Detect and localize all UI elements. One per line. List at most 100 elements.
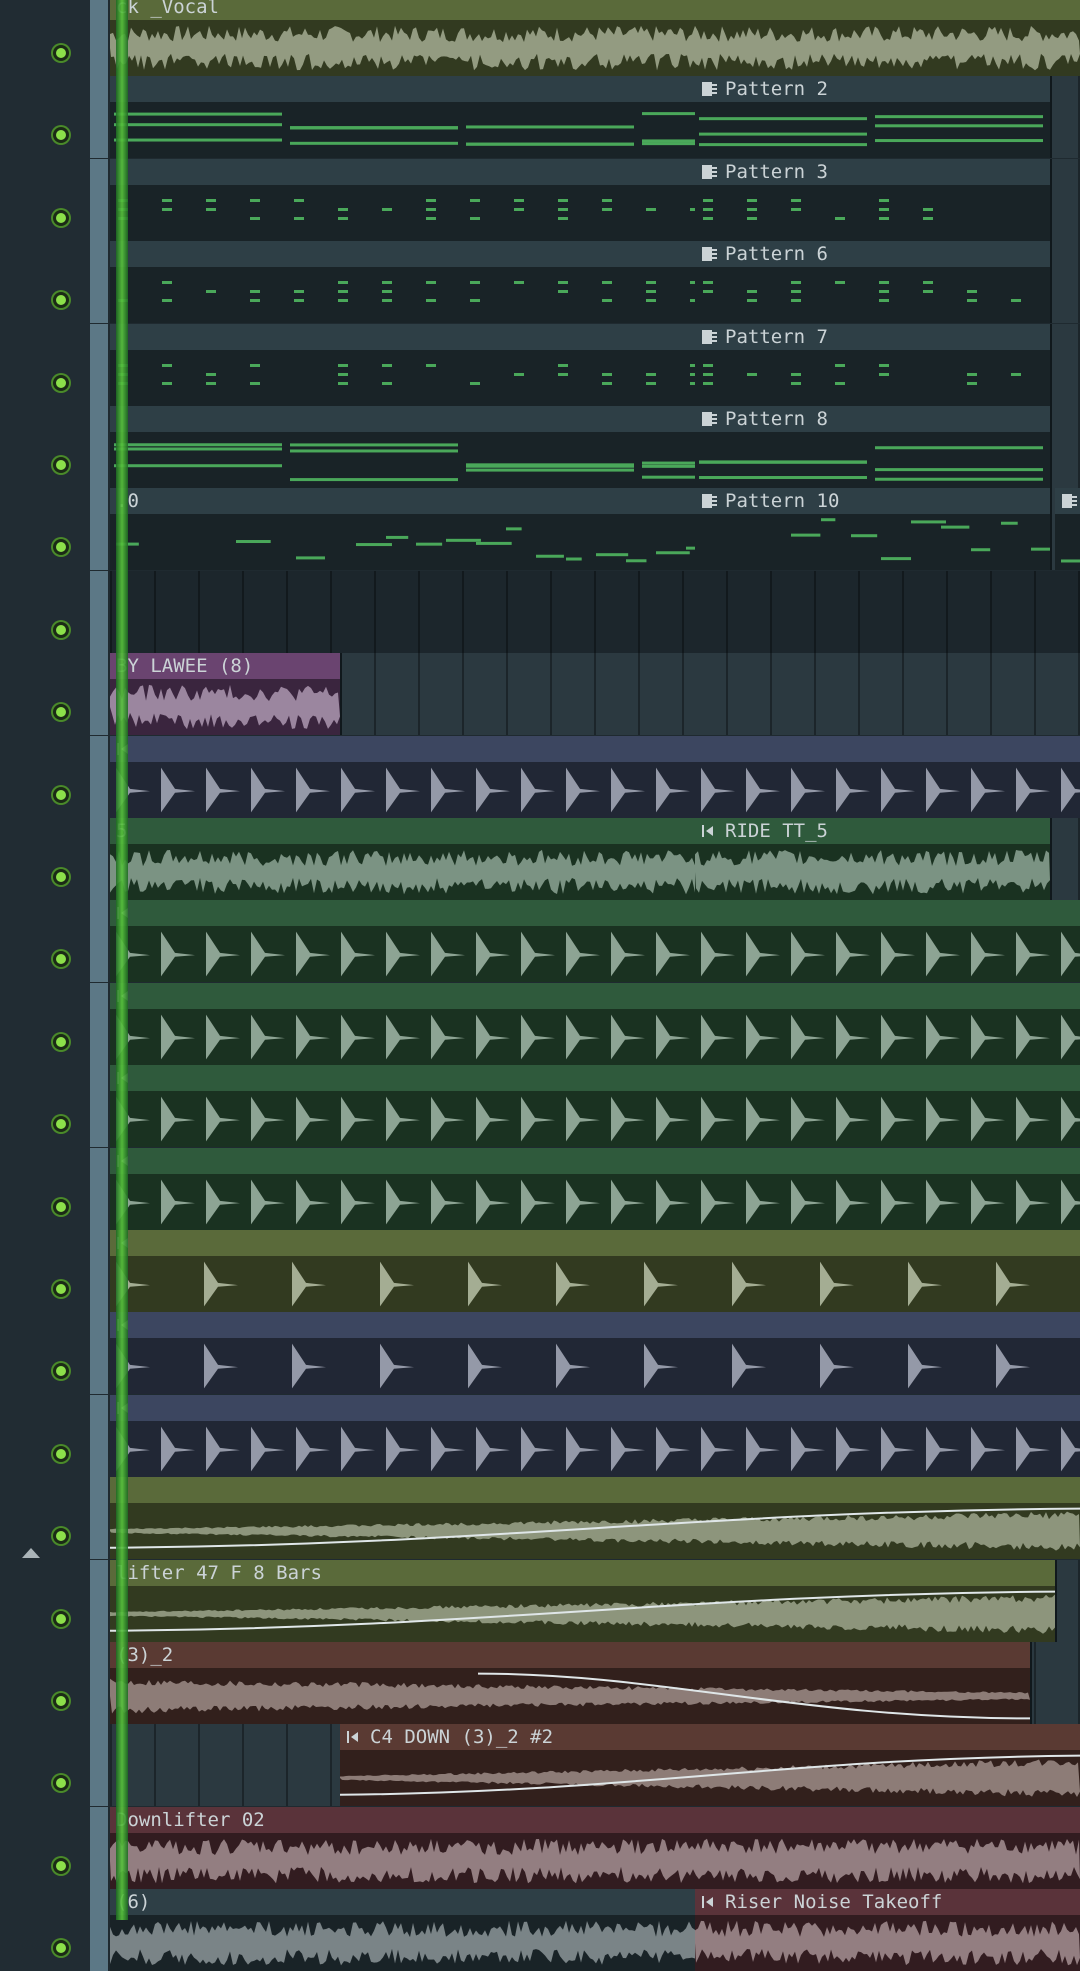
clip-title[interactable] (110, 1477, 1080, 1503)
playlist-clip[interactable]: RIDE TT_5 (695, 818, 1052, 900)
clip-title[interactable]: .0 (110, 488, 695, 514)
track-lane[interactable] (110, 571, 1080, 653)
clip-title[interactable]: (3)_2 (110, 1642, 1030, 1668)
track-select-handle[interactable] (90, 1148, 108, 1230)
track-select-handle[interactable] (90, 241, 108, 323)
track-header[interactable] (0, 1148, 90, 1230)
track-lane[interactable]: BY LAWEE (8) (110, 653, 1080, 735)
track-enable-toggle[interactable] (56, 1449, 66, 1459)
track-enable-toggle[interactable] (56, 378, 66, 388)
playlist-clip[interactable] (110, 406, 810, 488)
track-header[interactable] (0, 406, 90, 488)
track-lane[interactable]: lifter 47 F 8 Bars (110, 1560, 1080, 1642)
track-header[interactable] (0, 76, 90, 158)
clip-title[interactable] (110, 1312, 1080, 1338)
track-header[interactable] (0, 0, 90, 76)
playlist-clip[interactable]: (3)_2 (110, 1642, 1032, 1724)
up-arrow-icon[interactable] (22, 1548, 40, 1558)
track-lane[interactable]: .0 Pattern 10 (110, 488, 1080, 570)
track-lane[interactable] (110, 983, 1080, 1065)
track-header[interactable] (0, 488, 90, 570)
track-select-handle[interactable] (90, 736, 108, 818)
track-select-handle[interactable] (90, 1807, 108, 1889)
track-lane[interactable] (110, 1148, 1080, 1230)
track-enable-toggle[interactable] (56, 1366, 66, 1376)
clip-title[interactable] (110, 1148, 1080, 1174)
track-lane[interactable]: ck _Vocal (110, 0, 1080, 76)
clip-title[interactable]: Pattern 7 (695, 324, 1050, 350)
track-header[interactable] (0, 1477, 90, 1559)
track-lane[interactable] (110, 1477, 1080, 1559)
playlist-clip[interactable]: C4 DOWN (3)_2 #2 (339, 1724, 1080, 1806)
playlist-clip[interactable]: Downlifter 02 (110, 1807, 1080, 1889)
clip-title[interactable] (110, 900, 1080, 926)
clip-title[interactable]: C4 DOWN (3)_2 #2 (340, 1724, 1080, 1750)
clip-title[interactable] (110, 983, 1080, 1009)
playlist-clip[interactable]: Pattern 10 (695, 488, 1062, 570)
track-header[interactable] (0, 159, 90, 241)
playlist-clip[interactable] (110, 159, 700, 241)
clip-title[interactable]: 5 (110, 818, 695, 844)
track-enable-toggle[interactable] (56, 48, 66, 58)
playlist-clip[interactable] (1055, 488, 1080, 570)
playlist-clip[interactable] (110, 1148, 1080, 1230)
track-select-handle[interactable] (90, 76, 108, 158)
track-lane[interactable]: (6) Riser Noise Takeoff (110, 1889, 1080, 1971)
playlist-clip[interactable]: Pattern 6 (695, 241, 1052, 323)
playlist-clip[interactable] (110, 900, 1080, 982)
clip-title[interactable] (110, 159, 695, 185)
track-enable-toggle[interactable] (56, 625, 66, 635)
track-header[interactable] (0, 1395, 90, 1477)
clip-title[interactable] (110, 76, 695, 102)
track-header[interactable] (0, 1889, 90, 1971)
clip-title[interactable]: BY LAWEE (8) (110, 653, 340, 679)
playlist-clip[interactable]: 5 (110, 818, 697, 900)
track-header[interactable] (0, 900, 90, 982)
clip-title[interactable]: Pattern 6 (695, 241, 1050, 267)
clip-title[interactable]: Downlifter 02 (110, 1807, 1080, 1833)
track-enable-toggle[interactable] (56, 790, 66, 800)
track-select-handle[interactable] (90, 1065, 108, 1147)
playlist-clip[interactable]: BY LAWEE (8) (110, 653, 342, 735)
track-header[interactable] (0, 1724, 90, 1806)
track-select-handle[interactable] (90, 324, 108, 406)
track-select-handle[interactable] (90, 818, 108, 900)
track-lane[interactable]: C4 DOWN (3)_2 #2 (110, 1724, 1080, 1806)
clip-title[interactable] (110, 406, 695, 432)
track-select-handle[interactable] (90, 571, 108, 653)
track-enable-toggle[interactable] (56, 1696, 66, 1706)
track-lane[interactable]: (3)_2 (110, 1642, 1080, 1724)
clip-title[interactable]: Pattern 2 (695, 76, 1050, 102)
track-enable-toggle[interactable] (56, 1861, 66, 1871)
track-select-handle[interactable] (90, 1560, 108, 1642)
track-enable-toggle[interactable] (56, 1037, 66, 1047)
playlist-clip[interactable] (110, 324, 700, 406)
track-enable-toggle[interactable] (56, 295, 66, 305)
track-lane[interactable]: Pattern 2 (110, 76, 1080, 158)
track-header[interactable] (0, 1642, 90, 1724)
clip-title[interactable] (110, 241, 695, 267)
playlist-clip[interactable] (110, 1230, 1080, 1312)
track-enable-toggle[interactable] (56, 460, 66, 470)
track-enable-toggle[interactable] (56, 213, 66, 223)
track-enable-toggle[interactable] (56, 1614, 66, 1624)
track-lane[interactable]: Pattern 6 (110, 241, 1080, 323)
track-enable-toggle[interactable] (56, 1943, 66, 1953)
playlist-clip[interactable] (110, 76, 810, 158)
track-select-handle[interactable] (90, 900, 108, 982)
track-enable-toggle[interactable] (56, 1202, 66, 1212)
track-header[interactable] (0, 818, 90, 900)
clip-title[interactable]: Pattern 8 (695, 406, 1050, 432)
track-select-handle[interactable] (90, 983, 108, 1065)
track-lane[interactable]: 5 RIDE TT_5 (110, 818, 1080, 900)
clip-title[interactable]: RIDE TT_5 (695, 818, 1050, 844)
track-header[interactable] (0, 983, 90, 1065)
track-lane[interactable]: Pattern 8 (110, 406, 1080, 488)
track-enable-toggle[interactable] (56, 130, 66, 140)
track-enable-toggle[interactable] (56, 542, 66, 552)
track-lane[interactable] (110, 1065, 1080, 1147)
playlist-clip[interactable] (110, 1395, 1080, 1477)
track-header[interactable] (0, 736, 90, 818)
track-header[interactable] (0, 1807, 90, 1889)
track-select-handle[interactable] (90, 1395, 108, 1477)
